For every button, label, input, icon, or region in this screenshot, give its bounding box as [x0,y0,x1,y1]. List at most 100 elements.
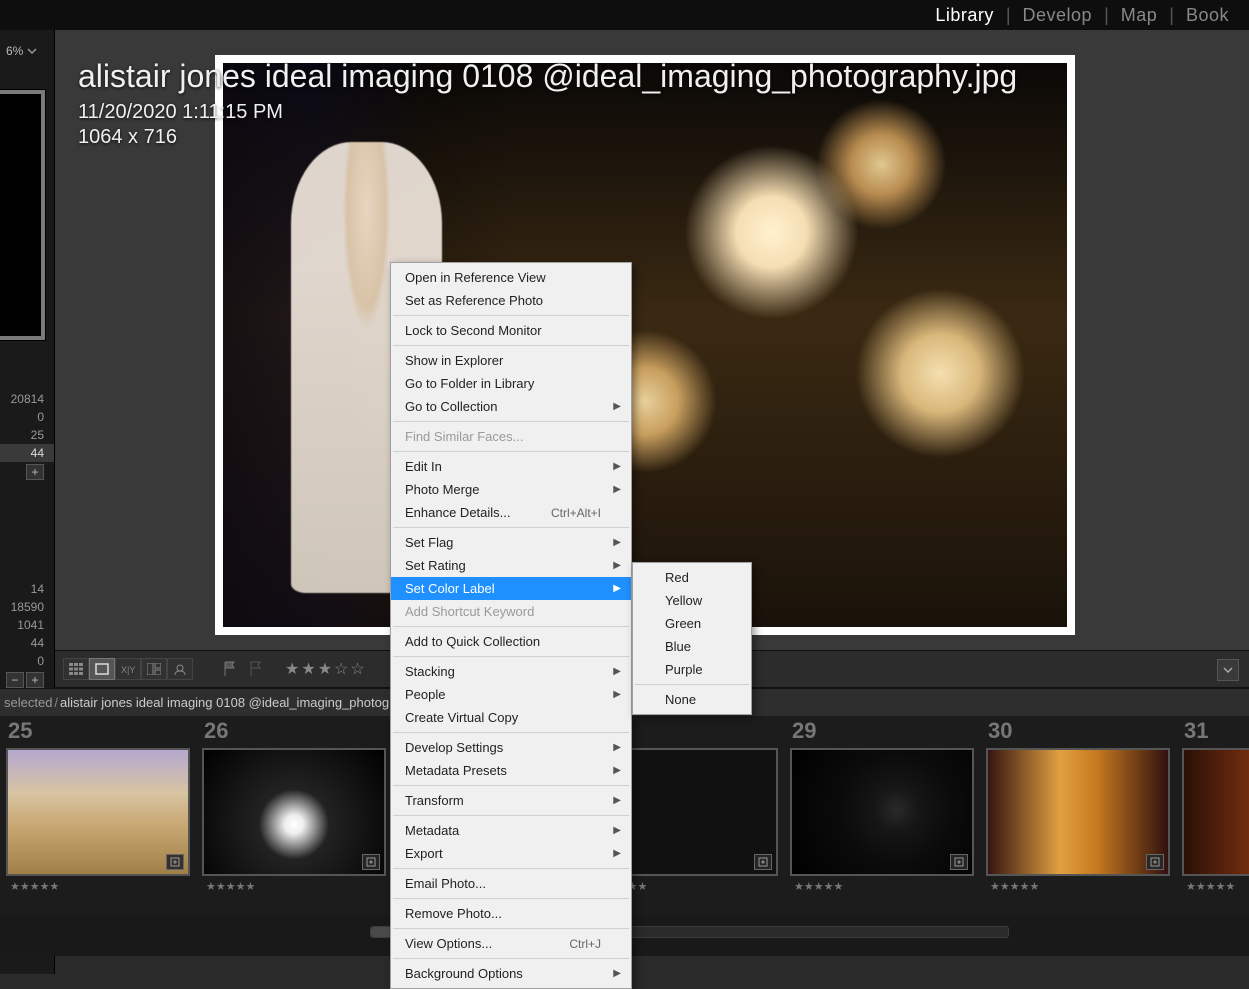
color-blue[interactable]: Blue [633,635,751,658]
zoom-value: 6% [6,44,23,58]
ctx-shortcut: Ctrl+Alt+I [551,506,601,520]
submenu-arrow-icon: ▶ [613,666,621,677]
crumb-separator: / [54,695,58,710]
submenu-arrow-icon: ▶ [613,825,621,836]
filmstrip-cell[interactable]: 26 ★★★★★ [196,716,392,906]
count-value: 18590 [0,598,54,616]
ctx-export[interactable]: Export▶ [391,842,631,865]
ctx-separator [393,732,629,733]
metadata-badge-icon[interactable] [1146,854,1164,870]
module-develop[interactable]: Develop [1011,5,1105,26]
ctx-separator [393,345,629,346]
ctx-separator [393,785,629,786]
ctx-shortcut: Ctrl+J [569,937,601,951]
ctx-stacking[interactable]: Stacking▶ [391,660,631,683]
ctx-lock-monitor[interactable]: Lock to Second Monitor [391,319,631,342]
compare-view-icon[interactable]: X|Y [115,658,141,680]
filmstrip-rating[interactable]: ★★★★★ [982,876,1174,893]
remove-button[interactable]: − [6,672,24,688]
ctx-goto-collection[interactable]: Go to Collection▶ [391,395,631,418]
ctx-transform[interactable]: Transform▶ [391,789,631,812]
count-value: 1041 [0,616,54,634]
photo-image [223,63,1067,627]
count-value: 0 [0,652,54,670]
filmstrip-thumbnail[interactable] [6,748,190,876]
people-view-icon[interactable] [167,658,193,680]
filmstrip-thumbnail[interactable] [790,748,974,876]
filmstrip-rating[interactable]: ★★★★★ [1178,876,1249,893]
metadata-badge-icon[interactable] [166,854,184,870]
filmstrip-cell[interactable]: 25★★★★★ [0,716,196,906]
toolbar-menu-button[interactable] [1217,659,1239,681]
ctx-email-photo[interactable]: Email Photo... [391,872,631,895]
ctx-set-color-label[interactable]: Set Color Label▶ [391,577,631,600]
ctx-metadata[interactable]: Metadata▶ [391,819,631,842]
flag-reject-icon[interactable] [249,661,269,677]
ctx-add-quick-collection[interactable]: Add to Quick Collection [391,630,631,653]
submenu-arrow-icon: ▶ [613,765,621,776]
color-purple[interactable]: Purple [633,658,751,681]
ctx-separator [393,626,629,627]
ctx-metadata-presets[interactable]: Metadata Presets▶ [391,759,631,782]
ctx-people[interactable]: People▶ [391,683,631,706]
module-map[interactable]: Map [1109,5,1170,26]
ctx-separator [393,421,629,422]
filmstrip-rating[interactable]: ★★★★★ [786,876,978,893]
ctx-edit-in[interactable]: Edit In▶ [391,455,631,478]
color-label-submenu: Red Yellow Green Blue Purple None [632,562,752,715]
filmstrip-rating[interactable]: ★★★★★ [198,876,390,893]
filmstrip-index: 26 [198,716,390,748]
color-yellow[interactable]: Yellow [633,589,751,612]
color-red[interactable]: Red [633,566,751,589]
module-library[interactable]: Library [923,5,1006,26]
ctx-remove-photo[interactable]: Remove Photo... [391,902,631,925]
submenu-arrow-icon: ▶ [613,537,621,548]
ctx-enhance-details[interactable]: Enhance Details...Ctrl+Alt+I [391,501,631,524]
ctx-separator [393,451,629,452]
submenu-arrow-icon: ▶ [613,484,621,495]
chevron-down-icon [27,46,37,56]
metadata-badge-icon[interactable] [754,854,772,870]
ctx-goto-folder[interactable]: Go to Folder in Library [391,372,631,395]
grid-view-icon[interactable] [63,658,89,680]
color-green[interactable]: Green [633,612,751,635]
loupe-view-icon[interactable] [89,658,115,680]
module-bar: Library | Develop | Map | Book [0,0,1249,30]
filmstrip-thumbnail[interactable] [1182,748,1249,876]
flag-pick-icon[interactable] [223,661,243,677]
navigator-thumbnail[interactable] [0,90,45,340]
crumb-selected-label: selected [4,695,52,710]
ctx-virtual-copy[interactable]: Create Virtual Copy [391,706,631,729]
add-button[interactable]: + [26,672,44,688]
count-list-b: 14 18590 1041 44 0 − + [0,580,54,690]
filmstrip-rating[interactable]: ★★★★★ [2,876,194,893]
photo-frame[interactable] [215,55,1075,635]
ctx-set-reference[interactable]: Set as Reference Photo [391,289,631,312]
filmstrip-cell[interactable]: 31★★★★★ [1176,716,1249,906]
add-button[interactable]: + [26,464,44,480]
zoom-indicator[interactable]: 6% [6,44,37,58]
metadata-badge-icon[interactable] [950,854,968,870]
ctx-photo-merge[interactable]: Photo Merge▶ [391,478,631,501]
filmstrip-thumbnail[interactable] [202,748,386,876]
submenu-arrow-icon: ▶ [613,795,621,806]
chevron-down-icon [1223,665,1233,675]
ctx-show-explorer[interactable]: Show in Explorer [391,349,631,372]
filmstrip-index: 29 [786,716,978,748]
ctx-set-rating[interactable]: Set Rating▶ [391,554,631,577]
ctx-develop-settings[interactable]: Develop Settings▶ [391,736,631,759]
ctx-view-options[interactable]: View Options...Ctrl+J [391,932,631,955]
color-none[interactable]: None [633,688,751,711]
ctx-open-reference[interactable]: Open in Reference View [391,266,631,289]
survey-view-icon[interactable] [141,658,167,680]
filmstrip-cell[interactable]: 29 ★★★★★ [784,716,980,906]
count-value-selected[interactable]: 44 [0,444,54,462]
submenu-arrow-icon: ▶ [613,689,621,700]
module-book[interactable]: Book [1174,5,1241,26]
submenu-arrow-icon: ▶ [613,848,621,859]
metadata-badge-icon[interactable] [362,854,380,870]
filmstrip-thumbnail[interactable] [986,748,1170,876]
rating-stars[interactable]: ★★★☆☆ [285,659,367,679]
filmstrip-cell[interactable]: 30★★★★★ [980,716,1176,906]
ctx-set-flag[interactable]: Set Flag▶ [391,531,631,554]
